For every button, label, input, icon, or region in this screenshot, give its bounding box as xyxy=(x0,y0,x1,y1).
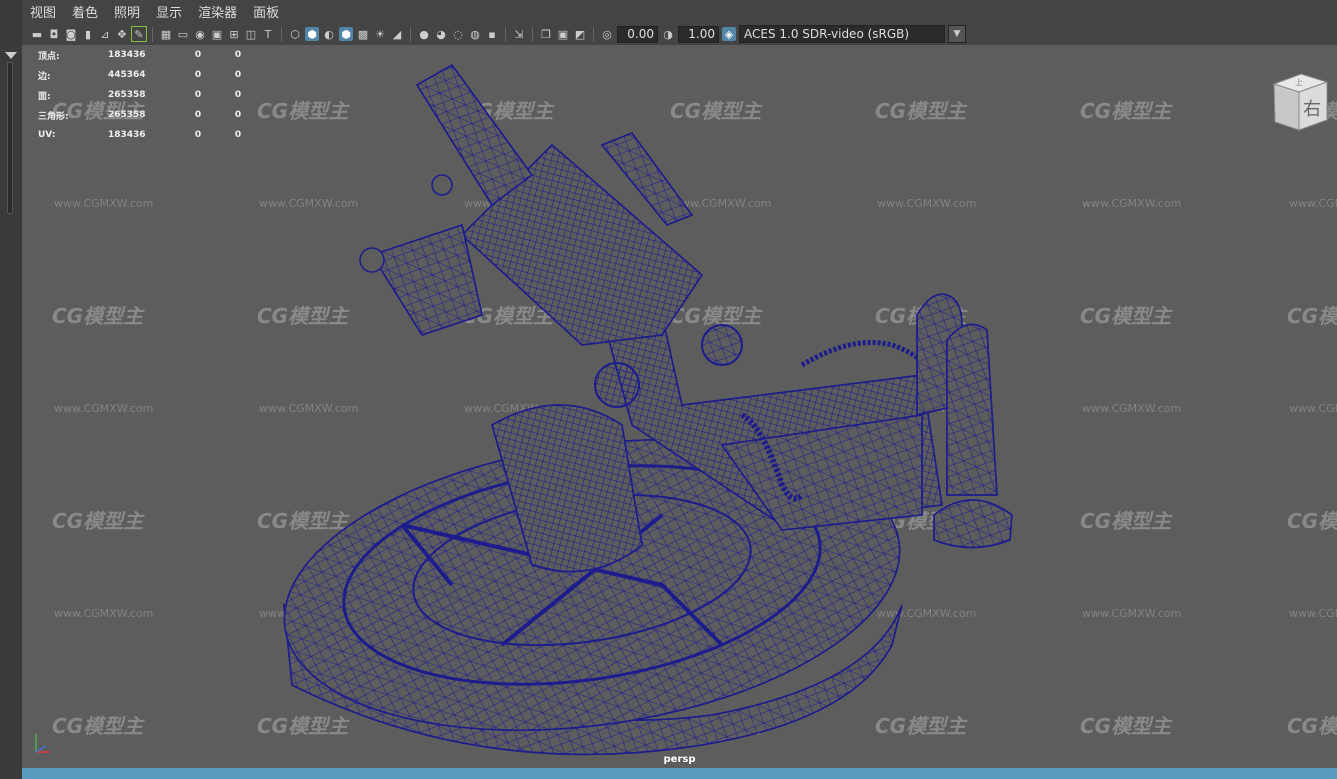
stats-value-selected: 0 xyxy=(194,50,202,60)
stats-value-total: 265358 xyxy=(108,90,146,100)
grease-pencil-icon[interactable]: ✎ xyxy=(131,26,147,42)
panel-menu-bar: 视图 着色 照明 显示 渲染器 面板 xyxy=(22,0,1337,23)
collapse-arrow-icon[interactable] xyxy=(5,52,17,59)
shadows-icon[interactable]: ◢ xyxy=(390,27,404,41)
stats-value-total: 265358 xyxy=(108,110,146,120)
backface-cull-icon[interactable]: ◩ xyxy=(573,27,587,41)
menu-view[interactable]: 视图 xyxy=(22,2,64,21)
menu-panels[interactable]: 面板 xyxy=(245,2,287,21)
stats-value-selected: 0 xyxy=(194,110,202,120)
view-cube-top-label: 上 xyxy=(1295,78,1303,87)
cylinder-right-mesh xyxy=(946,323,998,496)
stats-value-selected: 0 xyxy=(194,70,202,80)
poly-count-hud: 顶点: 183436 0 0 边: 445364 0 0 面: 265358 0 0 三角形: 26535… xyxy=(38,45,248,145)
safe-action-icon[interactable]: ◫ xyxy=(244,27,258,41)
stats-value-selected: 0 xyxy=(194,90,202,100)
xray-icon[interactable]: ▪ xyxy=(485,27,499,41)
wireframe-model xyxy=(283,64,1013,756)
stats-value-uv: 0 xyxy=(234,70,242,80)
stats-row: 顶点: 183436 0 0 xyxy=(38,45,248,65)
color-space-select[interactable]: ACES 1.0 SDR-video (sRGB) xyxy=(739,25,945,43)
stats-label: UV: xyxy=(38,130,56,140)
stats-value-total: 445364 xyxy=(108,70,146,80)
stats-value-uv: 0 xyxy=(234,90,242,100)
view-cube-left-face[interactable] xyxy=(1273,83,1300,131)
viewport-persp[interactable]: CG模型主 CG模型主 CG模型主 CG模型主 CG模型主 CG模型主 CG模型主 CG模型主… xyxy=(22,45,1337,768)
toolbar-separator xyxy=(152,26,153,42)
stats-row: 边: 445364 0 0 xyxy=(38,65,248,85)
bottom-status-bar xyxy=(22,768,1337,779)
menu-renderer[interactable]: 渲染器 xyxy=(190,2,245,21)
stats-value-uv: 0 xyxy=(234,50,242,60)
smooth-shade-icon[interactable]: ⬢ xyxy=(305,27,319,41)
bookmark-flag-icon[interactable]: ▮ xyxy=(81,27,95,41)
bookmark-icon[interactable]: ◙ xyxy=(64,27,78,41)
chevron-down-icon[interactable]: ▼ xyxy=(948,25,966,43)
stats-value-total: 183436 xyxy=(108,130,146,140)
toolbar-separator xyxy=(281,26,282,42)
field-chart-icon[interactable]: ⊞ xyxy=(227,27,241,41)
toolbar-separator xyxy=(505,26,506,42)
stats-label: 面: xyxy=(38,91,51,102)
depth-of-field-icon[interactable]: ◍ xyxy=(468,27,482,41)
motion-blur-icon[interactable]: ◕ xyxy=(434,27,448,41)
stats-value-uv: 0 xyxy=(234,110,242,120)
gamma-field[interactable]: 1.00 xyxy=(678,25,719,43)
stats-row: 三角形: 265358 0 0 xyxy=(38,105,248,125)
isolate-select-icon[interactable]: ⇲ xyxy=(512,27,526,41)
stats-value-total: 183436 xyxy=(108,50,146,60)
xray-joints-icon[interactable]: ❐ xyxy=(539,27,553,41)
stats-row: 面: 265358 0 0 xyxy=(38,85,248,105)
panel-toolbar: ▬ ◘ ◙ ▮ ⊿ ✥ ✎ ▦ ▭ ◉ ▣ ⊞ ◫ T ⬡ ⬢ ◐ ⬢ ▩ ☀ … xyxy=(22,23,1337,45)
knob-1 xyxy=(359,247,385,273)
exposure-icon[interactable]: ◎ xyxy=(600,27,614,41)
cable xyxy=(800,340,935,377)
small-gear xyxy=(701,324,743,366)
textured-icon[interactable]: ▩ xyxy=(356,27,370,41)
resolution-gate-icon[interactable]: ◉ xyxy=(193,27,207,41)
toolbar-separator xyxy=(410,26,411,42)
use-all-lights-icon[interactable]: ☀ xyxy=(373,27,387,41)
left-strip xyxy=(0,0,23,779)
stats-row: UV: 183436 0 0 xyxy=(38,125,248,145)
select-camera-icon[interactable]: ▬ xyxy=(30,27,44,41)
stats-label: 三角形: xyxy=(38,111,69,122)
left-scrollbar[interactable] xyxy=(7,62,13,214)
gamma-icon[interactable]: ◑ xyxy=(661,27,675,41)
film-gate-icon[interactable]: ▭ xyxy=(176,27,190,41)
menu-lighting[interactable]: 照明 xyxy=(106,2,148,21)
view-cube[interactable]: 上 右 xyxy=(1269,70,1329,132)
wireframe-icon[interactable]: ⬡ xyxy=(288,27,302,41)
screen-space-ao-icon[interactable]: ● xyxy=(417,27,431,41)
gear xyxy=(594,362,640,408)
wireframe-on-shaded-icon[interactable]: ⬢ xyxy=(339,27,353,41)
knob-2 xyxy=(431,174,453,196)
toolbar-separator xyxy=(593,26,594,42)
image-plane-icon[interactable]: ⊿ xyxy=(98,27,112,41)
color-management-icon[interactable]: ◈ xyxy=(722,27,736,41)
stats-value-uv: 0 xyxy=(234,130,242,140)
stats-value-selected: 0 xyxy=(194,130,202,140)
grid-icon[interactable]: ▦ xyxy=(159,27,173,41)
menu-show[interactable]: 显示 xyxy=(148,2,190,21)
menu-shading[interactable]: 着色 xyxy=(64,2,106,21)
default-material-icon[interactable]: ◐ xyxy=(322,27,336,41)
safe-title-icon[interactable]: T xyxy=(261,27,275,41)
maya-window: 视图 着色 照明 显示 渲染器 面板 ▬ ◘ ◙ ▮ ⊿ ✥ ✎ ▦ ▭ ◉ ▣… xyxy=(0,0,1337,779)
xray-active-icon[interactable]: ▣ xyxy=(556,27,570,41)
view-cube-face-label: 右 xyxy=(1303,99,1321,120)
knob-arm-mesh xyxy=(370,224,483,336)
stats-label: 边: xyxy=(38,71,51,82)
multisample-aa-icon[interactable]: ◌ xyxy=(451,27,465,41)
gate-mask-icon[interactable]: ▣ xyxy=(210,27,224,41)
camera-attributes-icon[interactable]: ◘ xyxy=(47,27,61,41)
cylinder-base-mesh xyxy=(933,499,1013,549)
camera-label: persp xyxy=(663,754,696,765)
exposure-field[interactable]: 0.00 xyxy=(617,25,658,43)
toolbar-separator xyxy=(532,26,533,42)
stats-label: 顶点: xyxy=(38,51,60,62)
2d-pan-icon[interactable]: ✥ xyxy=(115,27,129,41)
